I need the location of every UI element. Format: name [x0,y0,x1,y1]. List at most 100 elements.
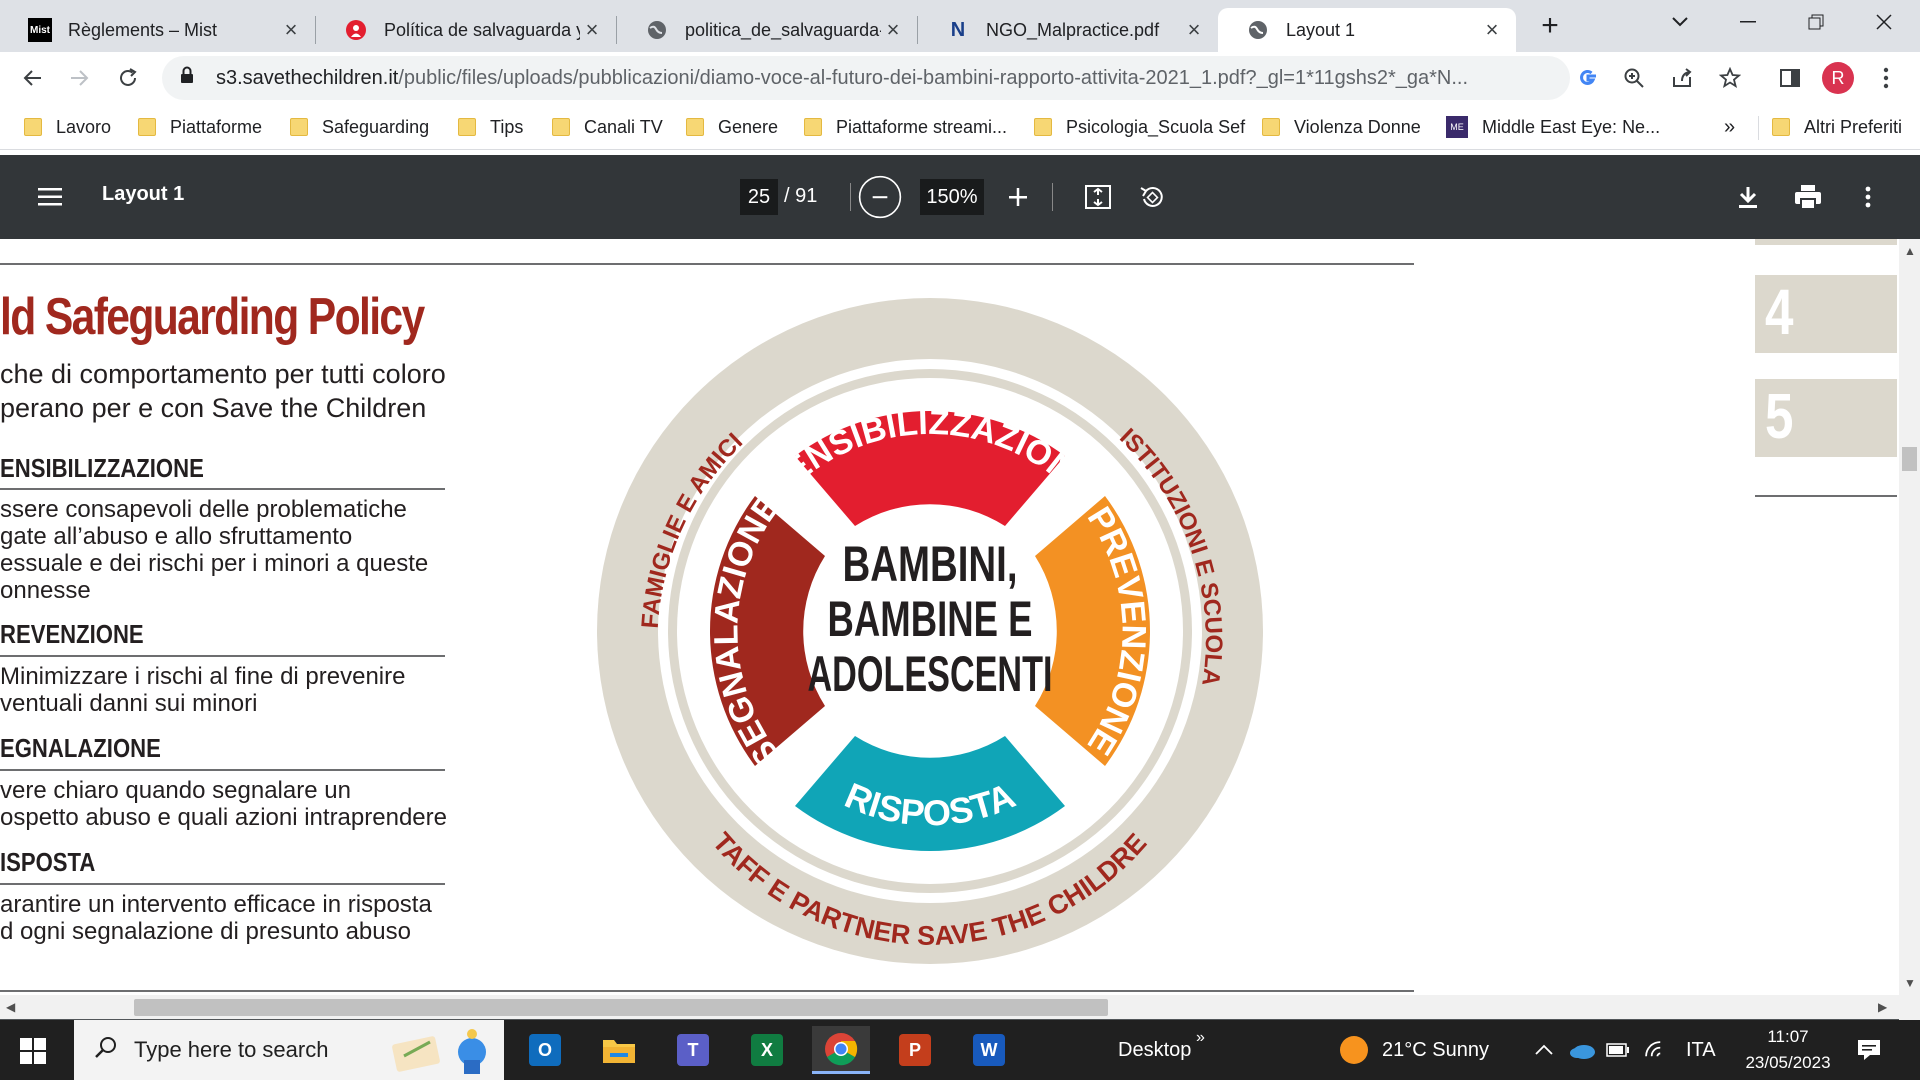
side-panel-icon[interactable] [1772,60,1808,96]
more-options-icon[interactable] [1846,175,1890,219]
back-arrow-icon[interactable] [14,60,50,96]
close-tab-icon[interactable]: × [580,18,604,42]
restore-button[interactable] [1786,0,1846,44]
bookmark-canali-tv[interactable]: Canali TV [552,112,663,142]
desktop-toolbar-chevron[interactable]: » [1196,1008,1205,1068]
word-app[interactable]: W [960,1026,1018,1074]
bookmark-middle-east-eye[interactable]: ME Middle East Eye: Ne... [1446,112,1660,142]
scroll-right-arrow-icon[interactable]: ▶ [1878,1000,1887,1014]
excel-app[interactable]: X [738,1026,796,1074]
pdf-viewer[interactable]: ld Safeguarding Policy che di comportame… [0,239,1920,1020]
zoom-out-button[interactable] [858,175,902,219]
vertical-scroll-thumb[interactable] [1902,447,1917,471]
bookmark-psicologia[interactable]: Psicologia_Scuola Sef [1034,112,1245,142]
windows-start-icon[interactable] [20,1038,46,1064]
bookmarks-divider [1758,116,1759,140]
body-line: d ogni segnalazione di presunto abuso [0,918,411,945]
zoom-in-button[interactable] [996,175,1040,219]
powerpoint-icon: P [899,1034,931,1066]
close-tab-icon[interactable]: × [1182,18,1206,42]
tab-title: politica_de_salvaguarda-c [685,19,881,40]
outlook-app[interactable]: O [516,1026,574,1074]
vertical-scrollbar[interactable] [1899,239,1920,1020]
folder-icon [138,118,156,136]
fit-to-page-icon[interactable] [1076,175,1120,219]
body-line: onnesse [0,577,91,604]
close-tab-icon[interactable]: × [881,18,905,42]
close-tab-icon[interactable]: × [1480,18,1504,42]
tab-politica-pdf[interactable]: politica_de_salvaguarda-c × [617,8,917,52]
tab-politica-salvaguarda[interactable]: Política de salvaguarda y c × [316,8,616,52]
desktop-toolbar[interactable]: Desktop [1118,1020,1191,1080]
body-line: ventuali danni sui minori [0,690,258,717]
browser-menu-icon[interactable] [1868,60,1904,96]
teams-app[interactable]: T [664,1026,722,1074]
folder-icon [24,118,42,136]
zoom-level-input[interactable]: 150% [920,179,984,215]
reload-icon[interactable] [110,60,146,96]
bookmark-violenza-donne[interactable]: Violenza Donne [1262,112,1421,142]
bookmark-safeguarding[interactable]: Safeguarding [290,112,429,142]
tab-reglements[interactable]: Mist Règlements – Mist × [0,8,315,52]
profile-avatar[interactable]: R [1822,62,1854,94]
bookmark-altri-preferiti[interactable]: Altri Preferiti [1772,112,1902,142]
address-bar[interactable]: s3.savethechildren.it/public/files/uploa… [162,56,1570,100]
tab-ngo-malpractice[interactable]: N NGO_Malpractice.pdf × [918,8,1218,52]
page-number-input[interactable]: 25 [740,179,778,215]
chrome-icon [825,1032,858,1065]
scroll-up-arrow-icon[interactable]: ▲ [1904,244,1916,258]
hamburger-menu-icon[interactable] [28,175,72,219]
file-explorer-app[interactable] [590,1026,648,1074]
diagram-center-label: BAMBINI, BAMBINE E ADOLESCENTI [808,536,1053,702]
search-highlight-illustration-icon [384,1026,494,1082]
side-index-box [1755,239,1897,245]
tray-overflow-chevron-up-icon[interactable] [1534,1020,1554,1080]
bookmark-label: Genere [718,116,779,137]
powerpoint-app[interactable]: P [886,1026,944,1074]
scroll-down-arrow-icon[interactable]: ▼ [1904,976,1916,990]
rotate-icon[interactable] [1130,175,1174,219]
battery-icon[interactable] [1606,1020,1630,1080]
tab-search-chevron-down-icon[interactable] [1650,0,1710,44]
taskbar-clock[interactable]: 11:07 23/05/2023 [1738,1024,1838,1076]
google-lens-icon[interactable] [1570,60,1606,96]
toolbar-divider [850,183,851,211]
bookmarks-overflow-button[interactable]: » [1724,112,1735,142]
weather-widget[interactable]: 21°C Sunny [1340,1020,1489,1080]
bookmark-star-icon[interactable] [1712,60,1748,96]
close-window-button[interactable] [1854,0,1914,44]
bookmark-genere[interactable]: Genere [686,112,778,142]
body-line: ssere consapevoli delle problematiche [0,496,407,523]
notifications-icon[interactable] [1856,1020,1882,1080]
onedrive-icon[interactable] [1568,1020,1596,1080]
section-heading-sensibilizzazione: ENSIBILIZZAZIONE [0,453,204,483]
taskbar-search-box[interactable]: Type here to search [74,1020,504,1080]
language-indicator[interactable]: ITA [1686,1020,1716,1080]
minimize-button[interactable] [1718,0,1778,44]
word-icon: W [973,1034,1005,1066]
share-icon[interactable] [1664,60,1700,96]
zoom-icon[interactable] [1616,60,1652,96]
bookmark-piattaforme[interactable]: Piattaforme [138,112,262,142]
top-rule [0,263,1414,265]
bookmark-tips[interactable]: Tips [458,112,523,142]
bookmark-lavoro[interactable]: Lavoro [24,112,111,142]
section-body-risposta: arantire un intervento efficace in rispo… [0,891,432,945]
tab-layout-1[interactable]: Layout 1 × [1218,8,1516,52]
folder-icon [603,1040,635,1063]
chrome-app[interactable] [812,1026,870,1074]
forward-arrow-icon[interactable] [62,60,98,96]
side-rule [1755,495,1897,497]
new-tab-button[interactable]: + [1520,4,1580,48]
wifi-icon[interactable] [1644,1020,1668,1080]
bookmark-piattaforme-streaming[interactable]: Piattaforme streami... [804,112,1007,142]
horizontal-scroll-thumb[interactable] [134,999,1108,1016]
section-divider [0,769,445,771]
middle-east-eye-icon: ME [1446,116,1468,138]
clock-time: 11:07 [1767,1027,1809,1046]
bookmark-label: Middle East Eye: Ne... [1482,116,1661,137]
print-icon[interactable] [1786,175,1830,219]
scroll-left-arrow-icon[interactable]: ◀ [6,1000,15,1014]
close-tab-icon[interactable]: × [279,18,303,42]
download-icon[interactable] [1726,175,1770,219]
